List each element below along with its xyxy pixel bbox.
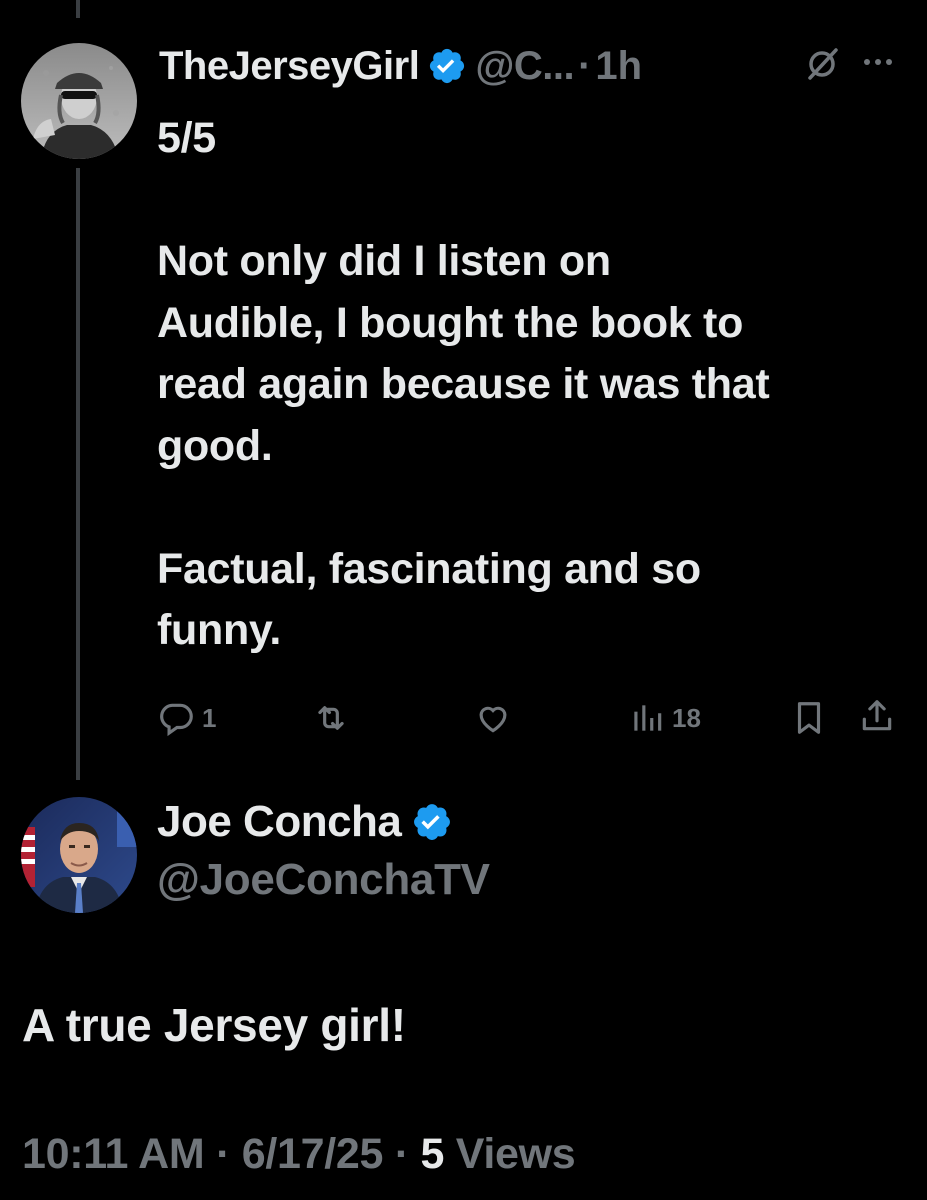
tweet-actions: 1 18 (0, 697, 927, 741)
more-icon[interactable] (860, 50, 896, 74)
like-icon (479, 706, 507, 733)
verified-badge-icon (427, 46, 467, 86)
separator: · (216, 1130, 231, 1178)
share-button[interactable] (858, 697, 896, 735)
views-count[interactable]: 5 (421, 1130, 445, 1178)
avatar[interactable] (21, 43, 137, 159)
bookmark-button[interactable] (790, 699, 828, 737)
main-tweet-text: A true Jersey girl! (22, 999, 406, 1051)
display-name[interactable]: TheJerseyGirl (159, 44, 420, 89)
views-icon (634, 705, 662, 731)
avatar[interactable] (21, 797, 137, 913)
reply-icon (160, 703, 193, 737)
main-tweet-header: Joe Concha @JoeConchaTV (157, 793, 490, 905)
thread-line-top (76, 0, 80, 18)
view-count: 18 (672, 702, 701, 733)
views-button[interactable]: 18 (628, 699, 701, 737)
thread-line (76, 168, 80, 780)
display-name[interactable]: Joe Concha (157, 797, 402, 847)
date[interactable]: 6/17/25 (242, 1130, 384, 1178)
handle[interactable]: @C... (475, 44, 574, 89)
bookmark-icon (797, 702, 821, 734)
verified-badge-icon (411, 801, 453, 843)
reply-button[interactable]: 1 (158, 699, 216, 737)
timestamp[interactable]: 10:11 AM (22, 1130, 205, 1178)
like-button[interactable] (474, 699, 512, 737)
views-label: Views (455, 1130, 576, 1178)
tweet-meta: 10:11 AM · 6/17/25 · 5 Views (22, 1130, 576, 1179)
separator: · (578, 43, 592, 88)
reply-count: 1 (202, 702, 217, 733)
separator: · (394, 1130, 409, 1178)
retweet-button[interactable] (312, 699, 350, 737)
share-icon (862, 700, 892, 731)
timestamp[interactable]: 1h (595, 44, 642, 89)
retweet-icon (318, 706, 344, 730)
tweet-header: TheJerseyGirl @C... · 1h (159, 38, 642, 94)
tweet-text: 5/5 Not only did I listen on Audible, I … (157, 114, 770, 654)
grok-icon[interactable] (802, 44, 842, 84)
handle[interactable]: @JoeConchaTV (157, 855, 490, 905)
